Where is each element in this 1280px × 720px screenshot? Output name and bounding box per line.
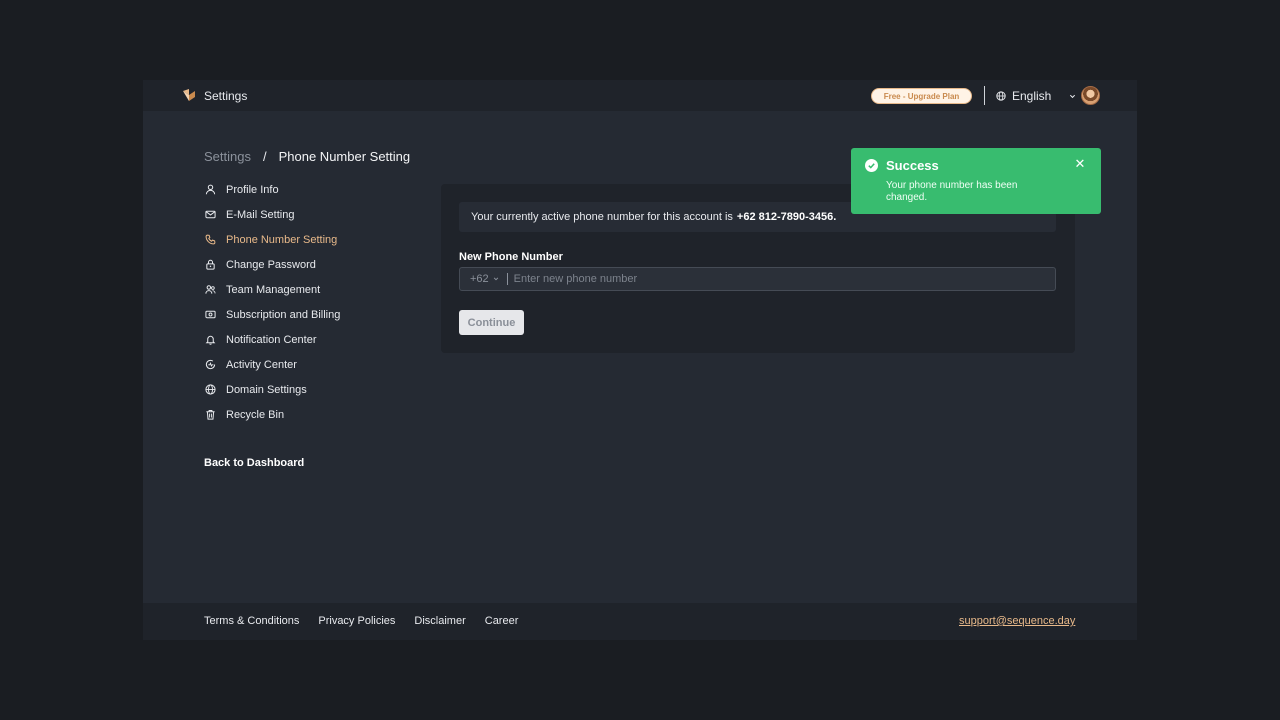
sidebar-item-profile-info[interactable]: Profile Info <box>204 177 424 202</box>
new-phone-field: +62 <box>459 267 1056 291</box>
upgrade-plan-button[interactable]: Free - Upgrade Plan <box>871 88 972 104</box>
top-bar: Settings Free - Upgrade Plan English <box>143 80 1137 111</box>
logo-icon <box>183 89 195 101</box>
footer-link-disclaimer[interactable]: Disclaimer <box>414 615 465 627</box>
bell-icon <box>204 334 216 346</box>
sidebar-item-subscription-billing[interactable]: Subscription and Billing <box>204 302 424 327</box>
app-title: Settings <box>204 89 248 103</box>
chevron-down-icon <box>493 277 498 281</box>
sidebar-item-label: Profile Info <box>226 183 279 196</box>
sidebar-item-team-management[interactable]: Team Management <box>204 277 424 302</box>
language-selector[interactable]: English <box>996 89 1076 103</box>
sidebar-item-label: Recycle Bin <box>226 408 285 421</box>
toast-title: Success <box>886 158 939 173</box>
header-divider <box>984 86 985 105</box>
back-to-dashboard-link[interactable]: Back to Dashboard <box>204 457 304 469</box>
sidebar-item-change-password[interactable]: Change Password <box>204 252 424 277</box>
chevron-down-icon <box>1070 94 1076 98</box>
sidebar-item-label: Team Management <box>226 283 321 296</box>
support-email-link[interactable]: support@sequence.day <box>959 615 1075 627</box>
language-label: English <box>1012 89 1052 103</box>
new-phone-input[interactable] <box>513 273 1055 285</box>
footer-link-terms[interactable]: Terms & Conditions <box>204 615 299 627</box>
new-phone-label: New Phone Number <box>459 251 563 263</box>
lock-icon <box>204 259 216 271</box>
billing-icon <box>204 309 216 321</box>
page-title: Phone Number Setting <box>278 149 411 164</box>
sidebar-item-label: Change Password <box>226 258 316 271</box>
check-circle-icon <box>865 159 878 172</box>
close-icon[interactable]: ✕ <box>1073 157 1087 171</box>
sidebar-item-activity-center[interactable]: Activity Center <box>204 352 424 377</box>
footer-links: Terms & Conditions Privacy Policies Disc… <box>204 615 518 627</box>
team-icon <box>204 284 216 296</box>
sidebar-item-email-setting[interactable]: E-Mail Setting <box>204 202 424 227</box>
success-toast: Success Your phone number has been chang… <box>851 148 1101 214</box>
sidebar-item-domain-settings[interactable]: Domain Settings <box>204 377 424 402</box>
footer-link-career[interactable]: Career <box>485 615 519 627</box>
phone-icon <box>204 234 216 246</box>
country-code-value: +62 <box>470 273 489 285</box>
sidebar-item-label: Activity Center <box>226 358 297 371</box>
sidebar-item-label: E-Mail Setting <box>226 208 295 221</box>
sidebar-item-notification-center[interactable]: Notification Center <box>204 327 424 352</box>
breadcrumb-separator: / <box>262 149 267 164</box>
globe-icon <box>996 91 1006 101</box>
current-phone-text: Your currently active phone number for t… <box>471 211 733 223</box>
trash-icon <box>204 409 216 421</box>
globe-icon <box>204 384 216 396</box>
current-phone-number: +62 812-7890-3456. <box>736 211 837 223</box>
sidebar-item-label: Subscription and Billing <box>226 308 341 321</box>
toast-message: Your phone number has been changed. <box>886 180 1018 203</box>
continue-button[interactable]: Continue <box>459 310 524 335</box>
footer: Terms & Conditions Privacy Policies Disc… <box>143 603 1137 640</box>
breadcrumb: Settings / Phone Number Setting <box>204 149 410 164</box>
sidebar: Profile Info E-Mail Setting Phone Number… <box>204 177 424 427</box>
mail-icon <box>204 209 216 221</box>
sidebar-item-label: Domain Settings <box>226 383 307 396</box>
country-code-select[interactable]: +62 <box>460 273 499 285</box>
user-icon <box>204 184 216 196</box>
activity-icon <box>204 359 216 371</box>
footer-link-privacy[interactable]: Privacy Policies <box>318 615 395 627</box>
sidebar-item-label: Notification Center <box>226 333 317 346</box>
sidebar-item-phone-number-setting[interactable]: Phone Number Setting <box>204 227 424 252</box>
avatar[interactable] <box>1081 86 1100 105</box>
sidebar-item-recycle-bin[interactable]: Recycle Bin <box>204 402 424 427</box>
sidebar-item-label: Phone Number Setting <box>226 233 338 246</box>
breadcrumb-root[interactable]: Settings <box>204 149 251 164</box>
country-code-divider <box>506 273 508 285</box>
